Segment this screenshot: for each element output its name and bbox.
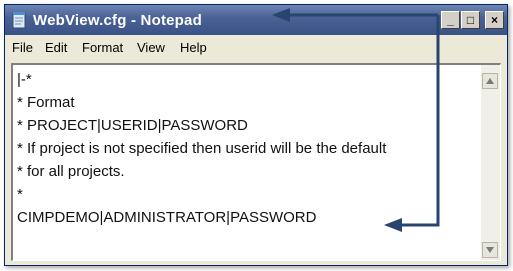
minimize-button[interactable]: _: [441, 11, 460, 29]
text-editor[interactable]: |-* * Format * PROJECT|USERID|PASSWORD *…: [11, 63, 501, 261]
menu-format[interactable]: Format: [82, 40, 123, 55]
editor-line: *: [17, 186, 23, 203]
editor-text[interactable]: |-* * Format * PROJECT|USERID|PASSWORD *…: [17, 68, 478, 258]
editor-line: CIMPDEMO|ADMINISTRATOR|PASSWORD: [17, 209, 317, 226]
editor-line: |-*: [17, 71, 32, 88]
close-button[interactable]: ×: [485, 11, 504, 29]
triangle-up-icon: [486, 78, 494, 84]
notepad-window: WebView.cfg - Notepad _ □ × File Edit Fo…: [4, 4, 508, 266]
editor-line: * PROJECT|USERID|PASSWORD: [17, 117, 248, 134]
menu-file[interactable]: File: [12, 40, 33, 55]
menu-view[interactable]: View: [137, 40, 165, 55]
menu-bar: File Edit Format View Help: [5, 35, 507, 59]
vertical-scrollbar[interactable]: [481, 65, 500, 260]
menu-help[interactable]: Help: [180, 40, 207, 55]
triangle-down-icon: [486, 247, 494, 253]
scroll-up-button[interactable]: [482, 73, 498, 89]
editor-line: * If project is not specified then useri…: [17, 140, 387, 157]
scroll-down-button[interactable]: [482, 242, 498, 258]
title-bar[interactable]: WebView.cfg - Notepad _ □ ×: [5, 5, 507, 35]
notepad-icon: [12, 12, 26, 29]
menu-edit[interactable]: Edit: [45, 40, 67, 55]
maximize-button[interactable]: □: [461, 11, 480, 29]
editor-line: * Format: [17, 94, 75, 111]
window-title: WebView.cfg - Notepad: [33, 12, 202, 29]
editor-line: * for all projects.: [17, 163, 125, 180]
